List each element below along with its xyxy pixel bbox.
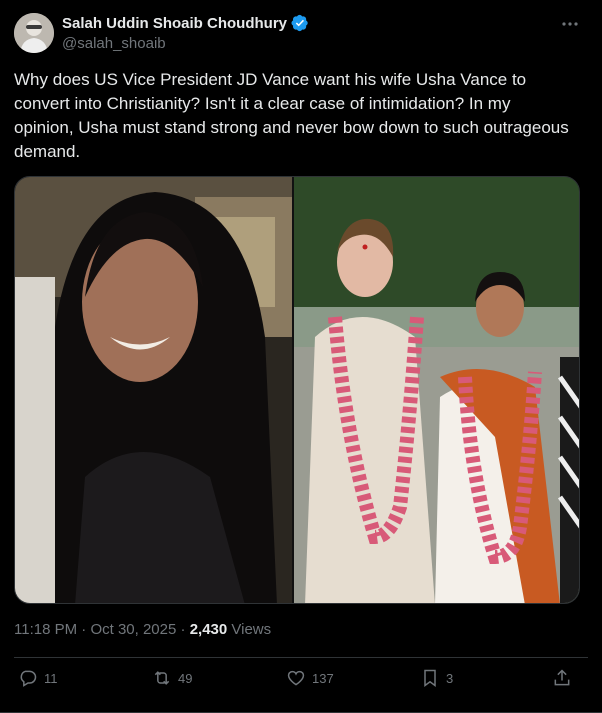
reply-count: 11: [44, 670, 58, 686]
author-name-row: Salah Uddin Shoaib Choudhury: [62, 14, 309, 32]
meta-separator: ·: [77, 621, 91, 638]
meta-separator: ·: [176, 621, 190, 638]
divider: [14, 657, 588, 658]
retweet-button[interactable]: 49: [152, 668, 192, 688]
bookmark-button[interactable]: 3: [420, 668, 453, 688]
retweet-count: 49: [178, 670, 193, 686]
reply-button[interactable]: 11: [18, 668, 58, 688]
more-icon[interactable]: [560, 14, 580, 34]
author-display-name[interactable]: Salah Uddin Shoaib Choudhury: [62, 15, 287, 32]
verified-badge-icon[interactable]: [291, 14, 309, 32]
bookmark-count: 3: [446, 670, 454, 686]
like-count: 137: [312, 670, 334, 686]
media-photo-right: [294, 177, 579, 603]
share-button[interactable]: [552, 668, 572, 688]
tweet-meta: 11:18 PM · Oct 30, 2025 · 2,430 Views: [14, 621, 271, 638]
action-bar: 11 49 137 3: [14, 668, 588, 696]
share-icon: [554, 669, 570, 686]
tweet-date[interactable]: Oct 30, 2025: [90, 621, 176, 638]
views-count: 2,430: [189, 621, 228, 638]
avatar[interactable]: [14, 13, 54, 53]
views-label: Views: [227, 621, 272, 638]
tweet-media[interactable]: [14, 176, 580, 604]
heart-icon: [287, 670, 305, 686]
bookmark-icon: [424, 669, 436, 687]
like-button[interactable]: 137: [286, 668, 334, 688]
author-handle[interactable]: @salah_shoaib: [62, 35, 166, 52]
media-photo-left: [15, 177, 294, 603]
reply-icon: [20, 670, 37, 687]
retweet-icon: [154, 671, 170, 685]
tweet-text: Why does US Vice President JD Vance want…: [14, 70, 569, 161]
tweet-time[interactable]: 11:18 PM: [14, 621, 77, 638]
